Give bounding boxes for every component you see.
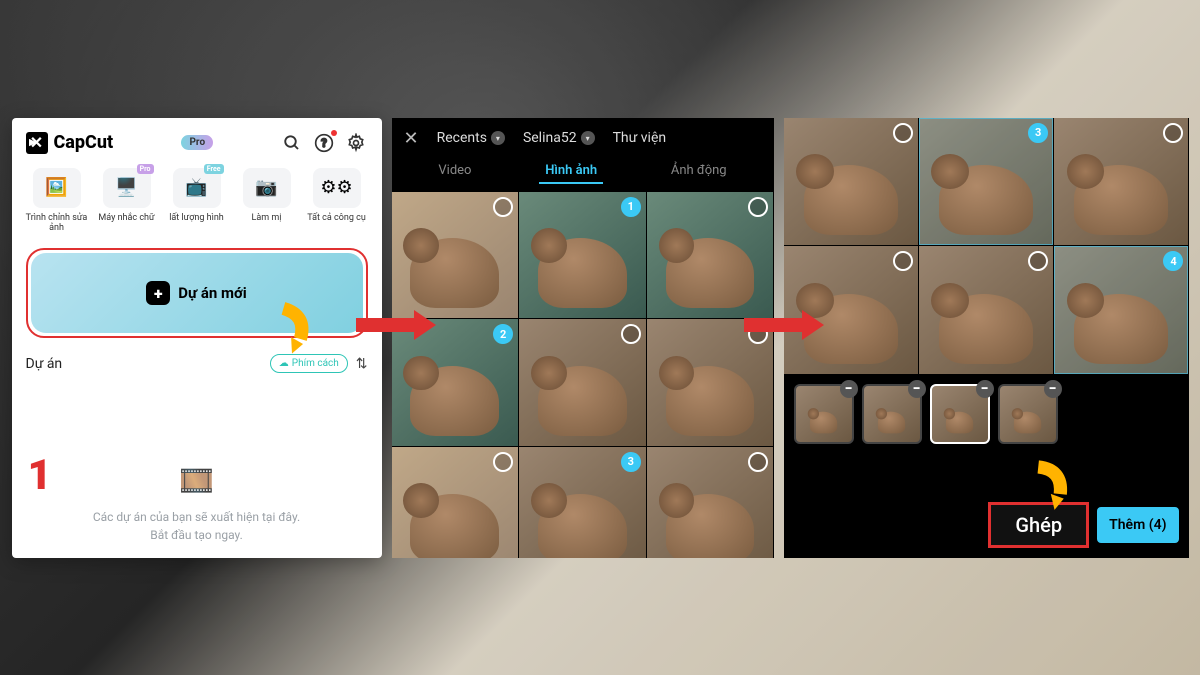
select-circle[interactable] [493,452,513,472]
media-cell[interactable] [919,246,1053,374]
media-cell[interactable]: 3 [519,447,646,558]
tray-thumb[interactable]: − [862,384,922,444]
media-cell[interactable] [784,118,918,246]
tools-row: 🖼️Trình chỉnh sửa ảnh Pro🖥️Máy nhắc chữ … [26,168,368,235]
plus-icon: + [146,281,170,305]
media-cell[interactable] [392,447,519,558]
media-cell[interactable]: 1 [519,192,646,319]
select-badge[interactable]: 3 [1028,123,1048,143]
tool-photo-editor[interactable]: 🖼️Trình chỉnh sửa ảnh [26,168,88,235]
media-cell[interactable] [1054,118,1188,246]
pro-badge[interactable]: Pro [181,135,213,150]
select-circle[interactable] [748,452,768,472]
image-grid: 1 2 3 [392,192,774,558]
tool-smooth[interactable]: 📷Làm mị [236,168,298,235]
projects-heading: Dự án [26,356,63,372]
tool-all[interactable]: ⚙⚙Tất cả công cụ [306,168,368,235]
remove-icon[interactable]: − [976,380,994,398]
chevron-down-icon: ▾ [581,131,595,145]
picker-panel: ✕ Recents▾ Selina52▾ Thư viện Video Hình… [392,118,774,558]
select-circle[interactable] [1163,123,1183,143]
close-icon[interactable]: ✕ [404,128,419,149]
recents-dropdown[interactable]: Recents▾ [437,130,505,146]
remove-icon[interactable]: − [1044,380,1062,398]
settings-icon[interactable] [345,132,367,154]
select-circle[interactable] [1028,251,1048,271]
remove-icon[interactable]: − [840,380,858,398]
selection-panel: 3 4 − − − − Ghép Thêm (4) [784,118,1189,558]
media-cell[interactable]: 4 [1054,246,1188,374]
tab-gif[interactable]: Ảnh động [665,159,733,184]
media-cell[interactable]: 3 [919,118,1053,246]
select-badge[interactable]: 1 [621,197,641,217]
tab-image[interactable]: Hình ảnh [539,159,603,184]
tool-enhance[interactable]: Free📺lất lượng hình [166,168,228,235]
tray-thumb[interactable]: − [930,384,990,444]
sort-icon[interactable]: ⇅ [356,356,368,372]
empty-text-2: Bắt đầu tạo ngay. [26,526,368,544]
media-cell[interactable] [392,192,519,319]
tool-tag: Free [204,164,224,174]
chevron-down-icon: ▾ [491,131,505,145]
tool-label: Tất cả công cụ [307,213,366,224]
tool-label: Máy nhắc chữ [98,213,154,224]
red-arrow-2 [744,310,824,340]
media-cell[interactable] [519,319,646,446]
tool-teleprompter[interactable]: Pro🖥️Máy nhắc chữ [96,168,158,235]
help-icon[interactable]: ? [313,132,335,154]
select-circle[interactable] [748,197,768,217]
image-grid: 3 4 [784,118,1189,375]
tray-thumb[interactable]: − [794,384,854,444]
select-badge[interactable]: 2 [493,324,513,344]
tool-label: lất lượng hình [169,213,224,224]
empty-state: 🎞️ Các dự án của bạn sẽ xuất hiện tại đâ… [12,460,382,544]
logo-mark-icon [26,132,48,154]
select-circle[interactable] [893,251,913,271]
select-circle[interactable] [893,123,913,143]
film-icon: 🎞️ [26,460,368,502]
search-icon[interactable] [281,132,303,154]
tray-thumb[interactable]: − [998,384,1058,444]
media-tabs: Video Hình ảnh Ảnh động [392,159,774,192]
select-badge[interactable]: 3 [621,452,641,472]
remove-icon[interactable]: − [908,380,926,398]
media-cell[interactable] [647,447,774,558]
folder-dropdown[interactable]: Selina52▾ [523,130,595,146]
library-link[interactable]: Thư viện [613,130,667,146]
home-panel: CapCut Pro ? 🖼️Trình chỉnh sửa ảnh Pro🖥️… [12,118,382,558]
red-arrow-1 [356,310,436,340]
select-circle[interactable] [621,324,641,344]
app-logo: CapCut [26,132,114,154]
tool-label: Làm mị [252,213,282,224]
empty-text-1: Các dự án của bạn sẽ xuất hiện tại đây. [26,508,368,526]
selection-tray: − − − − [784,374,1189,454]
app-name: CapCut [54,132,114,153]
tool-tag: Pro [137,164,154,174]
add-button[interactable]: Thêm (4) [1097,507,1178,543]
new-project-label: Dự án mới [178,284,246,302]
media-cell[interactable] [647,192,774,319]
tab-video[interactable]: Video [432,159,477,184]
select-circle[interactable] [493,197,513,217]
select-badge[interactable]: 4 [1163,251,1183,271]
tool-label: Trình chỉnh sửa ảnh [26,213,88,235]
svg-text:?: ? [322,136,328,150]
